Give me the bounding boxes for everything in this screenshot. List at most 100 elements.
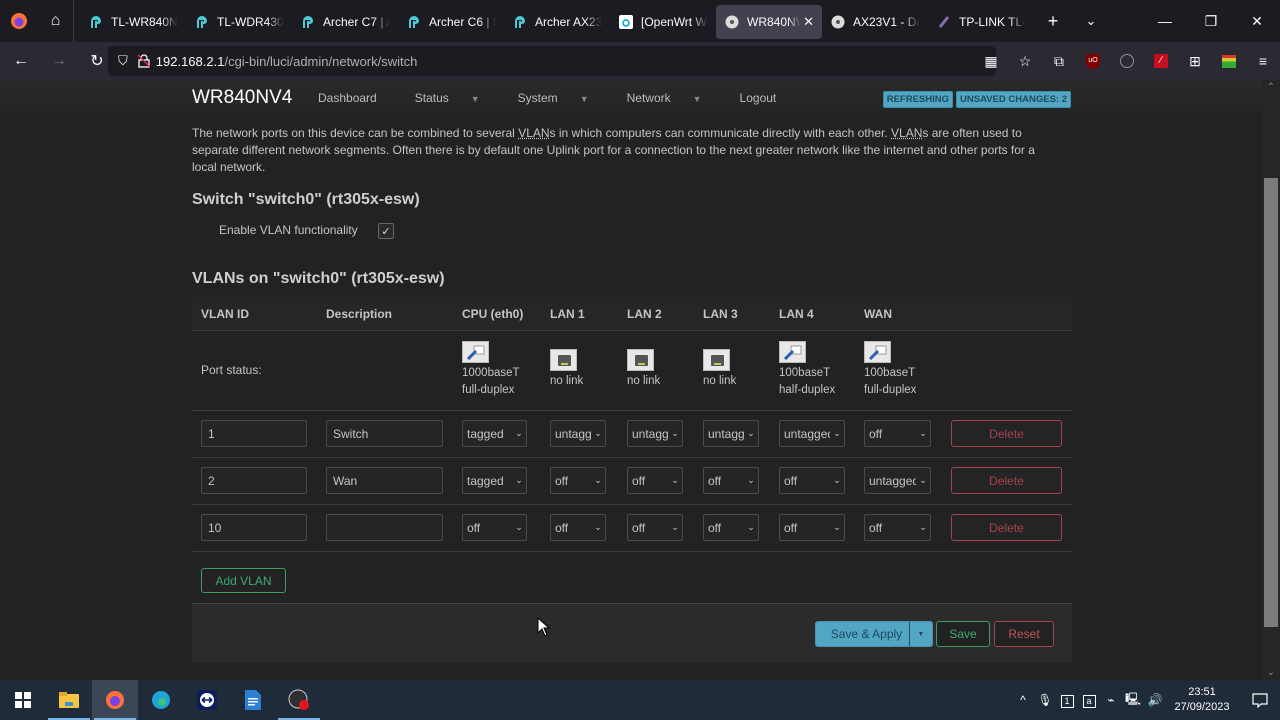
vlan-id-input[interactable]: 1 [201, 420, 307, 447]
reset-button[interactable]: Reset [994, 621, 1054, 647]
extension-grid-button[interactable]: ⊞ [1178, 46, 1212, 76]
browser-tab[interactable]: TL-WR840N | [80, 5, 186, 39]
vlan-description-input[interactable] [326, 514, 443, 541]
refreshing-badge[interactable]: REFRESHING [882, 91, 954, 108]
browser-tab[interactable]: AX23V1 - Das [822, 5, 928, 39]
save-apply-button[interactable]: Save & Apply ▼ [815, 621, 933, 647]
show-hidden-icons-button[interactable]: ^ [1012, 693, 1034, 707]
vlan-description-input[interactable]: Switch [326, 420, 443, 447]
close-tab-icon[interactable]: ✕ [803, 14, 814, 30]
port-membership-select[interactable]: off ⌄ [779, 467, 845, 494]
port-connected-icon [864, 341, 891, 363]
port-membership-select[interactable]: untagged⌄ [779, 420, 845, 447]
scrollbar-thumb[interactable] [1264, 178, 1278, 627]
obs-icon [288, 689, 309, 710]
grid-icon: ⊞ [1189, 52, 1201, 69]
home-button[interactable]: ⌂ [38, 0, 74, 42]
forward-button[interactable]: → [42, 46, 76, 76]
port-membership-select[interactable]: tagged ⌄ [462, 420, 527, 447]
vlan-id-input[interactable]: 2 [201, 467, 307, 494]
extensions-button[interactable]: ⧉ [1042, 46, 1076, 76]
taskbar-obs-studio[interactable] [276, 680, 322, 720]
url-bar[interactable]: ⛉ 192.168.2.1/cgi-bin/luci/admin/network… [108, 46, 996, 76]
browser-tab[interactable]: WR840NV4✕ [716, 5, 822, 39]
port-membership-select[interactable]: untagged⌄ [627, 420, 683, 447]
port-membership-select[interactable]: off ⌄ [627, 514, 683, 541]
delete-vlan-button[interactable]: Delete [951, 467, 1062, 494]
browser-tab[interactable]: Archer C7 | A [292, 5, 398, 39]
browser-tab[interactable]: Archer AX23 [504, 5, 610, 39]
menu-network[interactable]: Network ▼ [627, 91, 721, 105]
port-membership-select[interactable]: off ⌄ [550, 514, 606, 541]
network-icon[interactable]: 🖳 [1122, 690, 1144, 711]
browser-tab[interactable]: TL-WDR4300 [186, 5, 292, 39]
app-menu-button[interactable]: ≡ [1246, 46, 1280, 76]
browser-tab[interactable]: [OpenWrt Wi [610, 5, 716, 39]
port-membership-select[interactable]: off ⌄ [703, 514, 759, 541]
add-vlan-button[interactable]: Add VLAN [201, 568, 286, 593]
new-tab-button[interactable]: + [1034, 0, 1072, 42]
save-button[interactable]: Save [936, 621, 990, 647]
brand-hostname[interactable]: WR840NV4 [192, 87, 292, 109]
list-all-tabs-button[interactable]: ⌄ [1072, 0, 1110, 42]
save-apply-dropdown[interactable]: ▼ [909, 622, 932, 646]
arrow-left-icon: ← [13, 52, 29, 69]
scroll-down-icon[interactable]: ⌄ [1262, 667, 1280, 678]
notifications-button[interactable] [1240, 692, 1280, 708]
port-membership-select[interactable]: untagged⌄ [864, 467, 931, 494]
taskbar-edge[interactable] [138, 680, 184, 720]
switch-section-title: Switch "switch0" (rt305x-esw) [192, 191, 420, 208]
qr-code-button[interactable]: ▦ [974, 46, 1008, 76]
tray-app-1-icon[interactable]: 1 [1056, 693, 1078, 708]
tray-app-a-icon[interactable]: a [1078, 693, 1100, 708]
chevron-down-icon: ⌄ [833, 522, 841, 532]
port-membership-select[interactable]: untagged⌄ [703, 420, 759, 447]
browser-tab[interactable]: TP-LINK TL-V [928, 5, 1034, 39]
menu-status[interactable]: Status ▼ [415, 91, 499, 105]
port-membership-select[interactable]: off ⌄ [703, 467, 759, 494]
firefox-view-button[interactable] [0, 0, 38, 42]
battery-plug-icon[interactable]: ⌁ [1100, 693, 1122, 707]
port-membership-select[interactable]: untagged⌄ [550, 420, 606, 447]
vlan-id-input[interactable]: 10 [201, 514, 307, 541]
taskbar-teamviewer[interactable] [184, 680, 230, 720]
port-duplex: full-duplex [462, 384, 515, 396]
page-scrollbar[interactable]: ⌃ ⌄ [1262, 80, 1280, 680]
delete-vlan-button[interactable]: Delete [951, 514, 1062, 541]
taskbar-file-explorer[interactable] [46, 680, 92, 720]
writer-icon [245, 690, 261, 710]
taskbar-libreoffice-writer[interactable] [230, 680, 276, 720]
color-picker-button[interactable]: ⁄ [1144, 46, 1178, 76]
equalizer-button[interactable] [1212, 46, 1246, 76]
port-membership-select[interactable]: tagged ⌄ [462, 467, 527, 494]
microphone-icon[interactable]: 🎙 [1034, 693, 1056, 707]
ublock-button[interactable]: uO [1076, 46, 1110, 76]
scroll-up-icon[interactable]: ⌃ [1262, 82, 1280, 93]
delete-vlan-button[interactable]: Delete [951, 420, 1062, 447]
port-membership-select[interactable]: off ⌄ [462, 514, 527, 541]
browser-tab[interactable]: Archer C6 | R [398, 5, 504, 39]
port-membership-select[interactable]: off ⌄ [864, 514, 931, 541]
close-window-button[interactable]: ✕ [1234, 0, 1280, 42]
back-button[interactable]: ← [4, 46, 38, 76]
volume-icon[interactable]: 🔊 [1144, 693, 1166, 707]
menu-logout[interactable]: Logout [740, 91, 796, 105]
restore-button[interactable]: ❐ [1188, 0, 1234, 42]
start-button[interactable] [0, 680, 46, 720]
clock[interactable]: 23:51 27/09/2023 [1172, 685, 1232, 715]
menu-system[interactable]: System ▼ [518, 91, 608, 105]
restore-icon: ❐ [1204, 12, 1218, 29]
menu-dashboard[interactable]: Dashboard [318, 91, 396, 105]
minimize-button[interactable]: — [1142, 0, 1188, 42]
extension-button-2[interactable] [1110, 46, 1144, 76]
system-tray: ^ 🎙 1 a ⌁ 🖳 🔊 23:51 27/09/2023 [1012, 680, 1280, 720]
port-membership-select[interactable]: off ⌄ [864, 420, 931, 447]
unsaved-changes-badge[interactable]: UNSAVED CHANGES: 2 [956, 91, 1071, 108]
port-membership-select[interactable]: off ⌄ [779, 514, 845, 541]
vlan-description-input[interactable]: Wan [326, 467, 443, 494]
port-membership-select[interactable]: off ⌄ [550, 467, 606, 494]
enable-vlan-checkbox[interactable]: ✓ [378, 223, 394, 239]
port-membership-select[interactable]: off ⌄ [627, 467, 683, 494]
bookmark-button[interactable]: ☆ [1008, 46, 1042, 76]
taskbar-firefox[interactable] [92, 680, 138, 720]
